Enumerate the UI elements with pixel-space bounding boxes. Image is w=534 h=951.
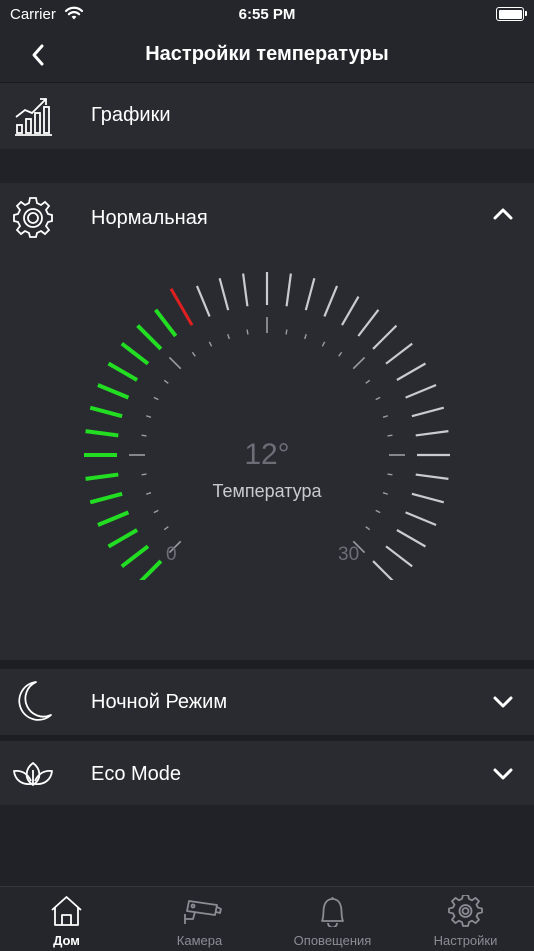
gauge-tick bbox=[218, 277, 230, 311]
gauge-scale-mark bbox=[246, 329, 249, 335]
gauge-tick bbox=[85, 429, 119, 438]
chevron-down-icon[interactable] bbox=[492, 691, 514, 713]
eco-mode-label: Eco Mode bbox=[91, 763, 182, 785]
gauge-tick bbox=[323, 285, 339, 317]
settings-icon bbox=[448, 895, 483, 927]
section-gap bbox=[0, 149, 534, 183]
gauge-tick bbox=[285, 273, 292, 307]
gauge-tick bbox=[304, 277, 316, 311]
gauge-tick bbox=[372, 324, 398, 350]
tab-notifications-label: Оповещения bbox=[293, 933, 372, 948]
gauge-tick bbox=[385, 342, 413, 365]
gauge-tick bbox=[85, 472, 119, 481]
gauge-tick bbox=[89, 405, 123, 419]
tab-home-label: Дом bbox=[53, 933, 80, 948]
gauge-tick bbox=[139, 559, 163, 580]
gauge-scale-mark bbox=[168, 356, 182, 370]
night-mode-row[interactable]: Ночной Режим bbox=[0, 669, 534, 735]
gauge-scale-mark bbox=[285, 329, 288, 335]
gauge-scale-mark bbox=[375, 509, 381, 514]
gauge-scale-mark bbox=[321, 341, 326, 347]
gauge-tick bbox=[396, 362, 427, 381]
tab-notifications[interactable]: Оповещения bbox=[266, 887, 399, 951]
navigation-bar: Настройки температуры bbox=[0, 30, 534, 83]
battery-icon bbox=[496, 7, 527, 21]
gauge-scale-mark bbox=[352, 356, 366, 370]
graphs-row[interactable]: Графики bbox=[0, 83, 534, 149]
gauge-scale-mark bbox=[375, 396, 381, 401]
divider bbox=[0, 660, 534, 669]
gauge-scale-mark bbox=[191, 351, 196, 357]
chevron-down-icon[interactable] bbox=[492, 763, 514, 785]
gauge-scale-mark bbox=[141, 473, 147, 476]
moon-icon bbox=[18, 681, 52, 721]
gauge-pointer bbox=[169, 287, 194, 326]
gauge-tick bbox=[396, 529, 427, 548]
status-bar: Carrier 6:55 PM bbox=[0, 0, 534, 30]
gauge-scale-mark bbox=[365, 526, 371, 531]
gauge-scale-mark bbox=[365, 379, 371, 384]
tab-settings[interactable]: Настройки bbox=[399, 887, 532, 951]
gear-icon bbox=[13, 197, 53, 238]
gauge-tick bbox=[415, 430, 449, 437]
gauge-tick bbox=[107, 361, 139, 382]
tab-settings-label: Настройки bbox=[433, 933, 498, 948]
gauge-scale-mark bbox=[145, 415, 152, 418]
gauge-tick bbox=[154, 308, 178, 338]
gauge-tick bbox=[357, 309, 380, 337]
gauge-tick bbox=[405, 511, 437, 527]
gauge-tick bbox=[195, 285, 211, 317]
gauge-min-label: 0 bbox=[166, 544, 177, 565]
gauge-tick bbox=[107, 528, 139, 549]
gauge-tick bbox=[120, 342, 150, 366]
gauge-value: 12° bbox=[244, 438, 290, 471]
graphs-label: Графики bbox=[91, 104, 171, 126]
gauge-scale-mark bbox=[227, 333, 230, 340]
gauge-tick bbox=[97, 510, 130, 527]
gauge-tick bbox=[136, 324, 163, 351]
gauge-scale-mark bbox=[153, 396, 159, 401]
gauge-tick bbox=[120, 544, 150, 568]
gauge-tick bbox=[415, 473, 449, 480]
camera-icon bbox=[184, 900, 222, 924]
normal-mode-label: Нормальная bbox=[91, 207, 208, 229]
gauge-max-label: 30 bbox=[338, 544, 360, 565]
tab-camera-label: Камера bbox=[176, 933, 223, 948]
tab-home[interactable]: Дом bbox=[0, 887, 133, 951]
eco-mode-row[interactable]: Eco Mode bbox=[0, 741, 534, 805]
gauge-scale-mark bbox=[163, 379, 169, 384]
chart-icon bbox=[15, 98, 52, 136]
leaf-icon bbox=[13, 762, 53, 786]
gauge-scale-mark bbox=[382, 415, 389, 418]
gauge-tick bbox=[372, 560, 394, 580]
chevron-up-icon[interactable] bbox=[492, 203, 514, 225]
gauge-ticks bbox=[84, 272, 450, 580]
gauge-tick bbox=[385, 545, 413, 568]
clock: 6:55 PM bbox=[238, 6, 296, 23]
home-icon bbox=[51, 896, 82, 926]
gauge-tick bbox=[341, 295, 360, 326]
page-title: Настройки температуры bbox=[145, 43, 389, 65]
gauge-scale-mark bbox=[304, 333, 307, 340]
gauge-scale-mark bbox=[338, 351, 343, 357]
gauge-scale-mark bbox=[387, 434, 393, 437]
gauge-scale-mark bbox=[153, 509, 159, 514]
tab-camera[interactable]: Камера bbox=[133, 887, 266, 951]
gauge-tick bbox=[242, 273, 249, 307]
gauge-tick bbox=[97, 383, 130, 400]
tab-bar: Дом Камера Оповещения Настройки bbox=[0, 886, 534, 951]
gauge-scale-mark bbox=[208, 341, 213, 347]
gauge-scale-mark bbox=[163, 526, 169, 531]
night-mode-label: Ночной Режим bbox=[91, 691, 228, 713]
temperature-gauge[interactable] bbox=[0, 260, 534, 580]
gauge-caption: Температура bbox=[212, 481, 322, 501]
bell-icon bbox=[321, 897, 344, 927]
gauge-scale-mark bbox=[387, 473, 393, 476]
gauge-scale-mark bbox=[141, 434, 147, 437]
gauge-tick bbox=[405, 383, 437, 399]
gauge-tick bbox=[411, 406, 445, 418]
